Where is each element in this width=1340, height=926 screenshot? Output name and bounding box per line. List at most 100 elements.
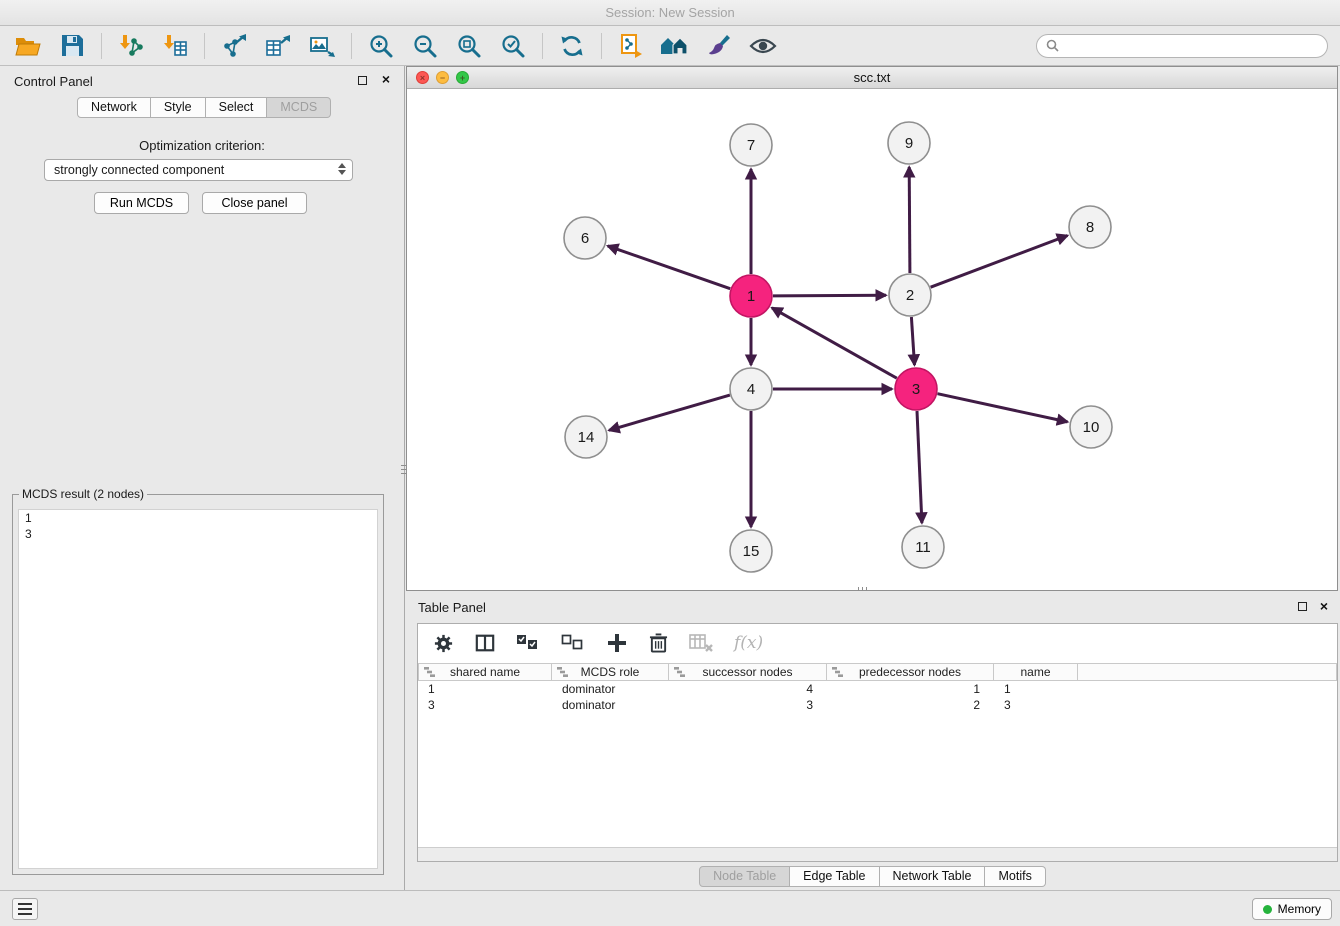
- column-type-icon: [424, 667, 436, 677]
- delete-column-button[interactable]: [649, 632, 668, 654]
- export-table-button[interactable]: [256, 29, 300, 63]
- table-row[interactable]: 1 dominator 4 1 1: [418, 681, 1337, 697]
- table-cell[interactable]: 3: [669, 697, 827, 713]
- table-cell[interactable]: 4: [669, 681, 827, 697]
- column-header-name[interactable]: name: [994, 663, 1078, 681]
- network-window-titlebar[interactable]: × − + scc.txt: [407, 67, 1337, 89]
- column-label: predecessor nodes: [859, 665, 961, 679]
- window-titlebar[interactable]: Session: New Session: [0, 0, 1340, 26]
- table-cell[interactable]: 1: [827, 681, 994, 697]
- maximize-window-icon[interactable]: +: [456, 71, 469, 84]
- table-scrollbar-strip[interactable]: [418, 847, 1337, 861]
- show-columns-button[interactable]: [475, 633, 495, 653]
- show-hide-button[interactable]: [741, 29, 785, 63]
- table-cell[interactable]: dominator: [552, 681, 669, 697]
- style-brush-button[interactable]: [697, 29, 741, 63]
- graph-edge-2-9[interactable]: [909, 167, 910, 273]
- close-table-panel-icon[interactable]: ×: [1320, 599, 1328, 613]
- criterion-select[interactable]: strongly connected component: [44, 159, 353, 181]
- graph-edge-2-3[interactable]: [911, 317, 914, 365]
- column-header-shared-name[interactable]: shared name: [418, 663, 552, 681]
- export-network-button[interactable]: [212, 29, 256, 63]
- mcds-result-list[interactable]: 1 3: [18, 509, 378, 869]
- paint-brush-icon: [707, 34, 731, 58]
- zoom-fit-button[interactable]: [447, 29, 491, 63]
- table-cell[interactable]: 3: [994, 697, 1078, 713]
- tab-style[interactable]: Style: [151, 97, 206, 118]
- minimize-window-icon[interactable]: −: [436, 71, 449, 84]
- save-icon: [61, 34, 84, 57]
- graph-edge-2-8[interactable]: [931, 236, 1068, 288]
- deselect-all-icon: [561, 634, 585, 652]
- deselect-all-columns-button[interactable]: [561, 634, 585, 652]
- table-cell[interactable]: 3: [418, 697, 552, 713]
- table-cell-filler: [1078, 681, 1337, 697]
- graph-edge-4-14[interactable]: [609, 395, 730, 430]
- run-mcds-button[interactable]: Run MCDS: [94, 192, 189, 214]
- import-network-button[interactable]: [109, 29, 153, 63]
- delete-table-button[interactable]: [689, 633, 713, 653]
- table-panel-tabs: Node Table Edge Table Network Table Moti…: [405, 866, 1340, 887]
- graph-edge-3-11[interactable]: [917, 411, 922, 523]
- result-item[interactable]: 3: [19, 526, 377, 542]
- zoom-in-button[interactable]: [359, 29, 403, 63]
- result-item[interactable]: 1: [19, 510, 377, 526]
- column-header-mcds-role[interactable]: MCDS role: [552, 663, 669, 681]
- import-table-button[interactable]: [153, 29, 197, 63]
- search-input[interactable]: [1065, 36, 1327, 56]
- export-image-button[interactable]: [300, 29, 344, 63]
- tab-select[interactable]: Select: [206, 97, 268, 118]
- function-builder-button[interactable]: f(x): [734, 633, 763, 653]
- zoom-out-button[interactable]: [403, 29, 447, 63]
- memory-status-icon: [1263, 905, 1272, 914]
- refresh-icon: [559, 33, 585, 59]
- table-cell[interactable]: dominator: [552, 697, 669, 713]
- memory-button[interactable]: Memory: [1252, 898, 1332, 920]
- first-neighbors-button[interactable]: [653, 29, 697, 63]
- table-cell[interactable]: 1: [418, 681, 552, 697]
- create-column-button[interactable]: [606, 632, 628, 654]
- float-panel-icon[interactable]: [358, 76, 367, 85]
- open-session-button[interactable]: [6, 29, 50, 63]
- import-table-icon: [162, 33, 188, 59]
- network-canvas[interactable]: 7968124314101511: [407, 89, 1337, 590]
- tab-edge-table[interactable]: Edge Table: [790, 866, 879, 887]
- graph-edge-3-10[interactable]: [938, 394, 1068, 422]
- table-row[interactable]: 3 dominator 3 2 3: [418, 697, 1337, 713]
- column-header-predecessor-nodes[interactable]: predecessor nodes: [827, 663, 994, 681]
- tab-network[interactable]: Network: [77, 97, 151, 118]
- zoom-selected-button[interactable]: [491, 29, 535, 63]
- graph-edge-1-2[interactable]: [773, 295, 886, 296]
- gear-icon: [433, 633, 454, 654]
- table-cell-filler: [1078, 697, 1337, 713]
- tab-network-table[interactable]: Network Table: [880, 866, 986, 887]
- close-control-panel-icon[interactable]: ×: [382, 72, 390, 86]
- close-panel-button[interactable]: Close panel: [202, 192, 307, 214]
- apply-layout-button[interactable]: [550, 29, 594, 63]
- table-cell[interactable]: 2: [827, 697, 994, 713]
- table-cell[interactable]: 1: [994, 681, 1078, 697]
- tab-mcds[interactable]: MCDS: [267, 97, 331, 118]
- search-box[interactable]: [1036, 34, 1328, 58]
- save-session-button[interactable]: [50, 29, 94, 63]
- copy-network-button[interactable]: [609, 29, 653, 63]
- table-settings-button[interactable]: [433, 633, 454, 654]
- select-all-columns-button[interactable]: [516, 634, 540, 652]
- select-all-icon: [516, 634, 540, 652]
- tab-node-table[interactable]: Node Table: [699, 866, 790, 887]
- vertical-splitter-grip[interactable]: [401, 462, 407, 482]
- tab-motifs[interactable]: Motifs: [985, 866, 1045, 887]
- task-history-button[interactable]: [12, 898, 38, 920]
- graph-node-label: 14: [578, 429, 595, 446]
- column-type-icon: [832, 667, 844, 677]
- graph-edge-1-6[interactable]: [608, 246, 731, 289]
- close-window-icon[interactable]: ×: [416, 71, 429, 84]
- graph-node-label: 6: [581, 230, 589, 247]
- graph-edge-3-1[interactable]: [772, 308, 897, 378]
- table-toolbar: f(x): [418, 624, 1337, 662]
- window-title: Session: New Session: [605, 5, 734, 20]
- column-label: MCDS role: [581, 665, 640, 679]
- column-header-successor-nodes[interactable]: successor nodes: [669, 663, 827, 681]
- float-table-panel-icon[interactable]: [1298, 602, 1307, 611]
- graph-node-label: 1: [747, 288, 755, 305]
